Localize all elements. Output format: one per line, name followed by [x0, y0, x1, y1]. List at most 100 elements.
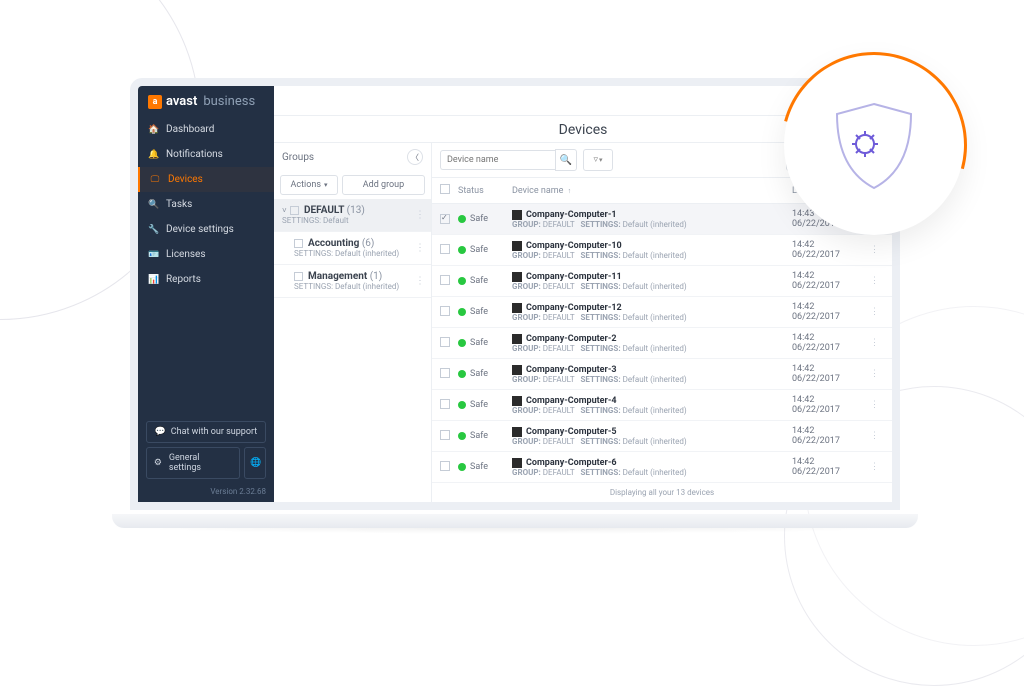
device-name: Company-Computer-5	[526, 427, 617, 437]
device-meta: GROUP: DEFAULT SETTINGS: Default (inheri…	[512, 282, 792, 291]
device-name: Company-Computer-6	[526, 458, 617, 468]
row-checkbox[interactable]	[440, 368, 450, 378]
status-text: Safe	[470, 338, 488, 348]
chat-icon: 💬	[155, 427, 165, 437]
group-name: DEFAULT (13)	[304, 205, 365, 216]
nav-icon: 🪪	[148, 250, 158, 260]
groups-actions-dropdown[interactable]: Actions ▾	[280, 175, 338, 195]
row-checkbox[interactable]	[440, 337, 450, 347]
last-seen-time: 14:42	[792, 333, 870, 343]
device-row[interactable]: SafeCompany-Computer-11GROUP: DEFAULT SE…	[432, 266, 892, 297]
groups-panel: Groups 〈 Actions ▾ Add group	[274, 143, 432, 502]
status-dot-icon	[458, 370, 466, 378]
filter-button[interactable]: ▿ ▾	[583, 149, 613, 171]
row-checkbox[interactable]	[440, 275, 450, 285]
group-node[interactable]: Management (1)SETTINGS: Default (inherit…	[274, 265, 431, 298]
sidebar-item-dashboard[interactable]: 🏠Dashboard	[138, 117, 274, 142]
device-meta: GROUP: DEFAULT SETTINGS: Default (inheri…	[512, 251, 792, 260]
col-status[interactable]: Status	[458, 186, 512, 196]
device-meta: GROUP: DEFAULT SETTINGS: Default (inheri…	[512, 344, 792, 353]
group-more-button[interactable]: ⋮	[415, 210, 425, 221]
row-more-button[interactable]: ⋮	[870, 400, 879, 410]
status-dot-icon	[458, 308, 466, 316]
devices-table-body: SafeCompany-Computer-1GROUP: DEFAULT SET…	[432, 204, 892, 483]
device-row[interactable]: SafeCompany-Computer-6GROUP: DEFAULT SET…	[432, 452, 892, 483]
chat-support-button[interactable]: 💬 Chat with our support	[146, 421, 266, 443]
laptop-base	[112, 514, 918, 528]
group-more-button[interactable]: ⋮	[415, 276, 425, 287]
search-icon: 🔍	[560, 155, 572, 166]
row-checkbox[interactable]	[440, 399, 450, 409]
last-seen-date: 06/22/2017	[792, 281, 870, 291]
nav-label: Devices	[168, 174, 203, 185]
windows-icon	[512, 303, 522, 313]
device-row[interactable]: SafeCompany-Computer-2GROUP: DEFAULT SET…	[432, 328, 892, 359]
collapse-groups-button[interactable]: 〈	[407, 149, 423, 165]
status-dot-icon	[458, 339, 466, 347]
device-meta: GROUP: DEFAULT SETTINGS: Default (inheri…	[512, 313, 792, 322]
nav-label: Device settings	[166, 224, 234, 235]
chat-support-label: Chat with our support	[171, 427, 257, 437]
row-more-button[interactable]: ⋮	[870, 245, 879, 255]
device-row[interactable]: SafeCompany-Computer-10GROUP: DEFAULT SE…	[432, 235, 892, 266]
nav-label: Notifications	[166, 149, 223, 160]
language-button[interactable]: 🌐	[244, 447, 266, 479]
row-checkbox[interactable]	[440, 306, 450, 316]
windows-icon	[512, 210, 522, 220]
sidebar-item-reports[interactable]: 📊Reports	[138, 267, 274, 292]
sidebar-item-devices[interactable]: 🖵 Devices	[138, 167, 274, 192]
device-search-input[interactable]	[440, 150, 555, 170]
brand-badge-icon: a	[148, 95, 162, 109]
device-row[interactable]: SafeCompany-Computer-12GROUP: DEFAULT SE…	[432, 297, 892, 328]
device-row[interactable]: SafeCompany-Computer-5GROUP: DEFAULT SET…	[432, 421, 892, 452]
row-more-button[interactable]: ⋮	[870, 338, 879, 348]
general-settings-label: General settings	[169, 453, 233, 473]
group-checkbox[interactable]	[294, 239, 303, 248]
status-dot-icon	[458, 432, 466, 440]
status-text: Safe	[470, 369, 488, 379]
group-checkbox[interactable]	[290, 206, 299, 215]
row-more-button[interactable]: ⋮	[870, 431, 879, 441]
row-checkbox[interactable]	[440, 244, 450, 254]
device-meta: GROUP: DEFAULT SETTINGS: Default (inheri…	[512, 437, 792, 446]
select-all-checkbox[interactable]	[440, 184, 450, 194]
row-checkbox[interactable]	[440, 461, 450, 471]
device-row[interactable]: SafeCompany-Computer-4GROUP: DEFAULT SET…	[432, 390, 892, 421]
sort-asc-icon: ↑	[568, 187, 572, 195]
last-seen-date: 06/22/2017	[792, 250, 870, 260]
row-checkbox[interactable]	[440, 430, 450, 440]
group-node[interactable]: Accounting (6)SETTINGS: Default (inherit…	[274, 232, 431, 265]
row-more-button[interactable]: ⋮	[870, 276, 879, 286]
sidebar-item-device-settings[interactable]: 🔧 Device settings	[138, 217, 274, 242]
device-search-button[interactable]: 🔍	[555, 149, 577, 171]
group-checkbox[interactable]	[294, 272, 303, 281]
chevron-down-icon: ▾	[324, 181, 328, 189]
status-dot-icon	[458, 215, 466, 223]
add-group-button[interactable]: Add group	[342, 175, 425, 195]
brand-logo: a avast business	[138, 86, 274, 117]
device-row[interactable]: SafeCompany-Computer-3GROUP: DEFAULT SET…	[432, 359, 892, 390]
general-settings-button[interactable]: ⚙ General settings	[146, 447, 240, 479]
version-label: Version 2.32.68	[138, 485, 274, 502]
group-more-button[interactable]: ⋮	[415, 243, 425, 254]
nav-icon: 🔧	[148, 225, 158, 235]
last-seen-date: 06/22/2017	[792, 467, 870, 477]
last-seen-date: 06/22/2017	[792, 312, 870, 322]
sidebar-item-notifications[interactable]: 🔔Notifications	[138, 142, 274, 167]
chevron-down-icon: ▾	[599, 156, 603, 164]
sidebar-item-tasks[interactable]: 🔍Tasks	[138, 192, 274, 217]
groups-actions-label: Actions	[291, 180, 321, 190]
group-node[interactable]: ˅DEFAULT (13)SETTINGS: Default⋮	[274, 199, 431, 232]
status-dot-icon	[458, 401, 466, 409]
col-name[interactable]: Device name ↑	[512, 186, 792, 196]
nav-label: Reports	[166, 274, 201, 285]
nav-icon: 🖵	[150, 175, 160, 185]
row-more-button[interactable]: ⋮	[870, 462, 879, 472]
row-checkbox[interactable]	[440, 214, 450, 224]
sidebar-item-licenses[interactable]: 🪪Licenses	[138, 242, 274, 267]
device-name: Company-Computer-12	[526, 303, 622, 313]
row-more-button[interactable]: ⋮	[870, 369, 879, 379]
last-seen-time: 14:42	[792, 395, 870, 405]
device-name: Company-Computer-11	[526, 272, 622, 282]
row-more-button[interactable]: ⋮	[870, 307, 879, 317]
